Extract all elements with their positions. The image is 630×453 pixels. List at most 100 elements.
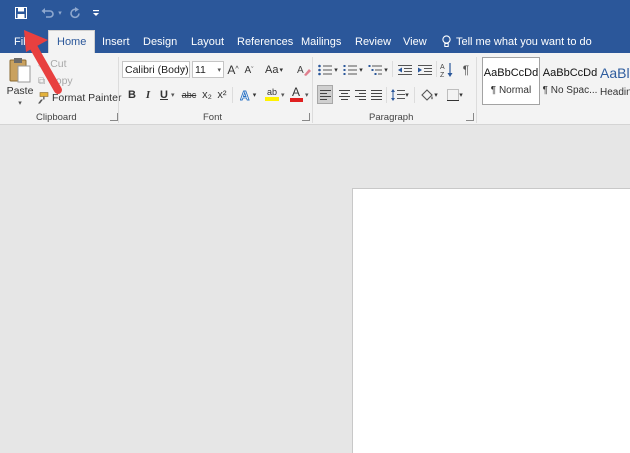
paste-dropdown-icon: ▾: [18, 100, 22, 107]
subscript-button[interactable]: x₂: [201, 86, 213, 103]
shrink-font-icon: A: [244, 65, 252, 76]
document-page[interactable]: [352, 188, 630, 453]
font-launcher-icon[interactable]: [302, 113, 310, 121]
tab-review[interactable]: Review: [347, 30, 399, 53]
style-preview: AaBbCcDd: [483, 66, 539, 79]
undo-icon[interactable]: [38, 4, 56, 22]
text-effects-button[interactable]: A ▾: [238, 86, 258, 103]
style-preview: AaBbCcDd: [542, 66, 598, 79]
customize-icon[interactable]: [91, 4, 101, 22]
change-case-button[interactable]: Aa ▾: [263, 61, 285, 78]
clipboard-launcher-icon[interactable]: [110, 113, 118, 121]
style-normal[interactable]: AaBbCcDd ¶ Normal: [482, 57, 540, 105]
sort-button[interactable]: AZ: [439, 60, 455, 79]
tab-file[interactable]: File: [6, 30, 40, 53]
ribbon-tab-bar: File Home Insert Design Layout Reference…: [0, 26, 630, 53]
quick-access-toolbar: ▾: [0, 0, 630, 26]
align-right-button[interactable]: [352, 85, 368, 104]
multilevel-list-button[interactable]: ▾: [367, 61, 389, 78]
tab-insert[interactable]: Insert: [94, 30, 138, 53]
save-icon[interactable]: [12, 4, 30, 22]
paragraph-group-label: Paragraph: [369, 112, 414, 123]
tab-references[interactable]: References: [229, 30, 301, 53]
font-size-dropdown-icon[interactable]: ▾: [217, 66, 221, 74]
divider: [414, 87, 415, 103]
bold-button[interactable]: B: [126, 86, 138, 103]
copy-label: Copy: [48, 75, 73, 87]
copy-button[interactable]: ⧉ Copy: [38, 74, 73, 88]
underline-button[interactable]: U: [158, 86, 170, 103]
shading-button[interactable]: ▾: [418, 85, 440, 104]
justify-button[interactable]: [368, 85, 384, 104]
font-name-field[interactable]: Calibri (Body): [122, 61, 190, 78]
show-formatting-marks-icon[interactable]: ¶: [459, 61, 473, 78]
borders-button[interactable]: ▾: [444, 85, 466, 104]
clipboard-icon: [9, 58, 31, 83]
align-center-button[interactable]: [336, 85, 352, 104]
tell-me-search[interactable]: Tell me what you want to do: [442, 30, 592, 53]
tab-mailings[interactable]: Mailings: [293, 30, 349, 53]
lightbulb-icon: [442, 35, 451, 47]
paste-button[interactable]: Paste ▾: [6, 57, 34, 107]
underline-dropdown-icon[interactable]: ▾: [171, 91, 175, 99]
group-divider: [476, 57, 477, 123]
clipboard-group-label: Clipboard: [36, 112, 77, 123]
line-spacing-icon: [391, 88, 406, 101]
font-color-swatch: [289, 98, 303, 102]
cut-label: Cut: [50, 58, 67, 70]
redo-icon[interactable]: [66, 4, 84, 22]
tab-home[interactable]: Home: [48, 30, 96, 53]
align-center-icon: [338, 89, 350, 100]
font-color-icon: A: [291, 85, 300, 99]
tab-layout[interactable]: Layout: [183, 30, 232, 53]
svg-text:A: A: [440, 64, 445, 71]
highlight-dropdown-icon[interactable]: ▾: [281, 91, 285, 99]
line-spacing-button[interactable]: ▾: [389, 85, 411, 104]
cut-button[interactable]: ✂ Cut: [38, 57, 67, 71]
divider: [436, 61, 437, 77]
format-painter-button[interactable]: Format Painter: [37, 91, 121, 105]
tab-view[interactable]: View: [395, 30, 435, 53]
tab-design[interactable]: Design: [135, 30, 185, 53]
increase-indent-icon: [417, 64, 432, 75]
group-divider: [118, 57, 119, 123]
superscript-button[interactable]: x²: [216, 86, 228, 103]
strikethrough-button[interactable]: abc: [181, 86, 197, 103]
paragraph-launcher-icon[interactable]: [466, 113, 474, 121]
numbering-button[interactable]: ▾: [342, 61, 364, 78]
style-preview: AaBl: [600, 64, 630, 81]
copy-icon: ⧉: [38, 75, 46, 87]
font-color-button[interactable]: A: [288, 84, 304, 104]
undo-dropdown-icon[interactable]: ▾: [56, 4, 64, 22]
decrease-indent-icon: [397, 64, 412, 75]
sort-icon: AZ: [440, 62, 453, 78]
bullets-icon: [318, 64, 333, 75]
decrease-indent-button[interactable]: [396, 61, 413, 78]
divider: [232, 87, 233, 103]
highlight-color-swatch: [265, 96, 279, 101]
svg-text:A: A: [240, 88, 250, 102]
paint-bucket-icon: [421, 88, 434, 101]
text-effects-icon: A: [240, 88, 250, 102]
style-heading-1[interactable]: AaBl Headin: [600, 57, 630, 105]
tell-me-text: Tell me what you want to do: [456, 35, 592, 48]
highlight-button[interactable]: ab: [261, 84, 283, 104]
divider: [392, 61, 393, 77]
font-name-dropdown-icon[interactable]: ▾: [182, 65, 186, 73]
svg-text:A: A: [297, 65, 304, 76]
shrink-font-button[interactable]: Aˇ: [243, 62, 255, 79]
style-name: ¶ No Spac...: [542, 84, 598, 96]
grow-font-button[interactable]: A ^: [227, 61, 239, 78]
align-left-button[interactable]: [317, 85, 333, 104]
font-size-field[interactable]: 11 ▾: [192, 61, 224, 78]
scissors-icon: ✂: [38, 58, 48, 71]
increase-indent-button[interactable]: [416, 61, 433, 78]
align-right-icon: [354, 89, 366, 100]
styles-gallery: AaBbCcDd ¶ Normal AaBbCcDd ¶ No Spac... …: [480, 57, 630, 107]
eraser-icon: A: [297, 65, 311, 76]
clear-formatting-button[interactable]: A: [296, 61, 312, 78]
style-no-spacing[interactable]: AaBbCcDd ¶ No Spac...: [540, 57, 600, 105]
font-color-dropdown-icon[interactable]: ▾: [305, 91, 309, 99]
bullets-button[interactable]: ▾: [317, 61, 339, 78]
italic-button[interactable]: I: [142, 86, 154, 103]
